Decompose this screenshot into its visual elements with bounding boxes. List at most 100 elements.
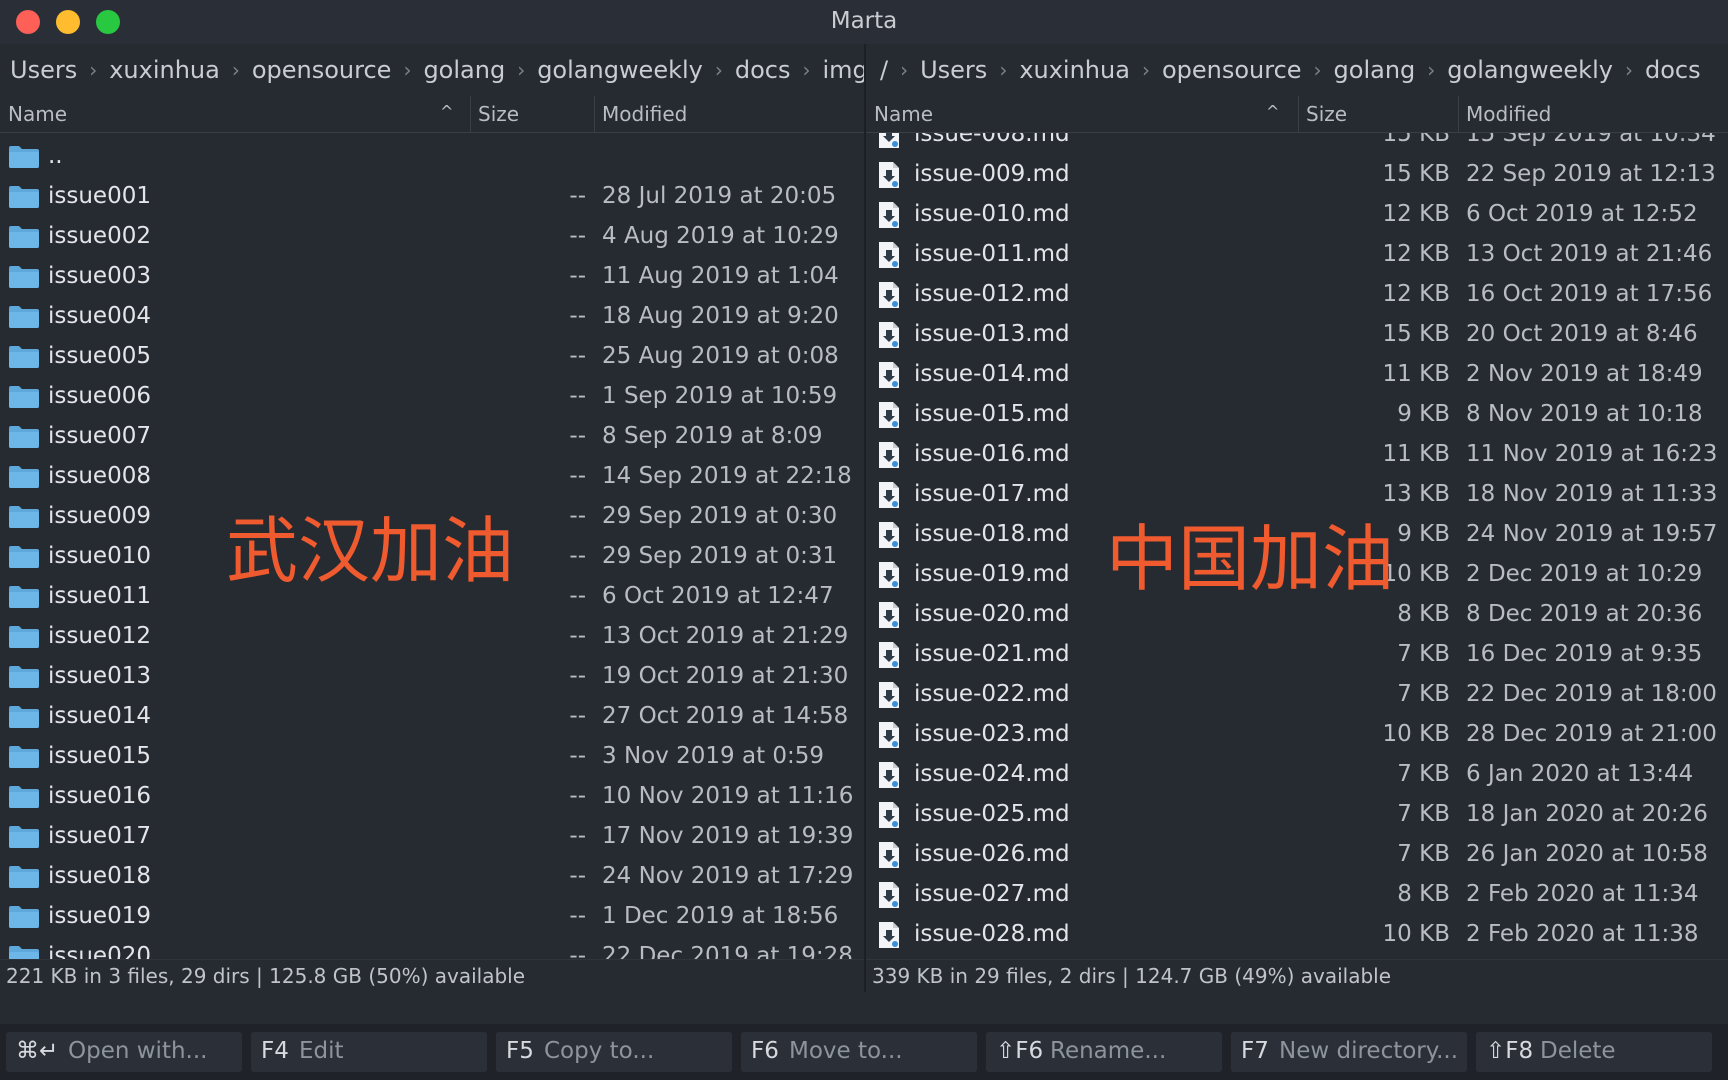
file-size: 12 KB <box>1382 201 1450 227</box>
list-item[interactable]: issue010 -- 29 Sep 2019 at 0:31 <box>0 537 864 577</box>
breadcrumb-item[interactable]: xuxinhua <box>109 56 220 84</box>
list-item[interactable]: issue-020.md 8 KB 8 Dec 2019 at 20:36 <box>866 595 1728 635</box>
list-item[interactable]: issue004 -- 18 Aug 2019 at 9:20 <box>0 297 864 337</box>
list-item[interactable]: issue012 -- 13 Oct 2019 at 21:29 <box>0 617 864 657</box>
list-item[interactable]: issue-014.md 11 KB 2 Nov 2019 at 18:49 <box>866 355 1728 395</box>
list-item[interactable]: issue-018.md 9 KB 24 Nov 2019 at 19:57 <box>866 515 1728 555</box>
file-name: issue015 <box>48 743 151 769</box>
file-modified: 10 Nov 2019 at 11:16 <box>602 783 854 809</box>
folder-icon <box>8 865 40 895</box>
list-item[interactable]: issue-012.md 12 KB 16 Oct 2019 at 17:56 <box>866 275 1728 315</box>
breadcrumb-item[interactable]: docs <box>735 56 791 84</box>
list-item[interactable]: issue-022.md 7 KB 22 Dec 2019 at 18:00 <box>866 675 1728 715</box>
chevron-up-icon: ^ <box>440 102 454 121</box>
breadcrumb-item[interactable]: opensource <box>252 56 392 84</box>
folder-icon <box>8 225 40 255</box>
file-list[interactable]: .. issue001 -- 28 Jul 2019 at 20:05 issue002… <box>0 133 864 960</box>
file-name: issue004 <box>48 303 151 329</box>
list-item[interactable]: issue-010.md 12 KB 6 Oct 2019 at 12:52 <box>866 195 1728 235</box>
breadcrumb-item[interactable]: golang <box>1334 56 1416 84</box>
list-item[interactable]: issue018 -- 24 Nov 2019 at 17:29 <box>0 857 864 897</box>
markdown-file-icon <box>878 841 900 875</box>
list-item[interactable]: issue-025.md 7 KB 18 Jan 2020 at 20:26 <box>866 795 1728 835</box>
list-item[interactable]: issue020 -- 22 Dec 2019 at 19:28 <box>0 937 864 960</box>
list-item[interactable]: issue014 -- 27 Oct 2019 at 14:58 <box>0 697 864 737</box>
column-size-header[interactable]: Size <box>478 102 519 126</box>
file-modified: 16 Dec 2019 at 9:35 <box>1466 641 1703 667</box>
function-key-button[interactable]: F7 New directory... <box>1231 1032 1467 1072</box>
list-item[interactable]: issue-024.md 7 KB 6 Jan 2020 at 13:44 <box>866 755 1728 795</box>
breadcrumb-item[interactable]: Users <box>920 56 987 84</box>
file-modified: 1 Sep 2019 at 10:59 <box>602 383 838 409</box>
breadcrumb-item[interactable]: xuxinhua <box>1019 56 1130 84</box>
function-key-button[interactable]: F4 Edit <box>251 1032 487 1072</box>
right-pane[interactable]: / › Users › xuxinhua › opensource › golang › golan… <box>866 44 1728 992</box>
chevron-right-icon: › <box>403 58 412 82</box>
chevron-right-icon: › <box>802 58 811 82</box>
list-item[interactable]: issue-016.md 11 KB 11 Nov 2019 at 16:23 <box>866 435 1728 475</box>
function-key-button[interactable]: ⇧F6 Rename... <box>986 1032 1222 1072</box>
column-modified-header[interactable]: Modified <box>1466 102 1551 126</box>
list-item[interactable]: issue-015.md 9 KB 8 Nov 2019 at 10:18 <box>866 395 1728 435</box>
function-key-button[interactable]: ⌘↵ Open with... <box>6 1032 242 1072</box>
list-item[interactable]: issue-011.md 12 KB 13 Oct 2019 at 21:46 <box>866 235 1728 275</box>
column-name-header[interactable]: Name <box>8 102 67 126</box>
list-item[interactable]: issue008 -- 14 Sep 2019 at 22:18 <box>0 457 864 497</box>
list-item[interactable]: issue007 -- 8 Sep 2019 at 8:09 <box>0 417 864 457</box>
list-item[interactable]: issue001 -- 28 Jul 2019 at 20:05 <box>0 177 864 217</box>
list-item[interactable]: issue005 -- 25 Aug 2019 at 0:08 <box>0 337 864 377</box>
breadcrumb-item[interactable]: golang <box>423 56 505 84</box>
file-name: issue-008.md <box>914 133 1070 147</box>
list-item[interactable]: issue-009.md 15 KB 22 Sep 2019 at 12:13 <box>866 155 1728 195</box>
markdown-file-icon <box>878 881 900 915</box>
list-item[interactable]: .. <box>0 137 864 177</box>
list-item[interactable]: issue002 -- 4 Aug 2019 at 10:29 <box>0 217 864 257</box>
list-item[interactable]: issue-026.md 7 KB 26 Jan 2020 at 10:58 <box>866 835 1728 875</box>
chevron-right-icon: › <box>1141 58 1150 82</box>
list-item[interactable]: issue-023.md 10 KB 28 Dec 2019 at 21:00 <box>866 715 1728 755</box>
breadcrumb-item[interactable]: Users <box>10 56 77 84</box>
column-size-header[interactable]: Size <box>1306 102 1347 126</box>
list-item[interactable]: issue015 -- 3 Nov 2019 at 0:59 <box>0 737 864 777</box>
list-item[interactable]: issue017 -- 17 Nov 2019 at 19:39 <box>0 817 864 857</box>
list-item[interactable]: issue-027.md 8 KB 2 Feb 2020 at 11:34 <box>866 875 1728 915</box>
function-key-button[interactable]: F5 Copy to... <box>496 1032 732 1072</box>
markdown-file-icon <box>878 133 900 155</box>
list-item[interactable]: issue-013.md 15 KB 20 Oct 2019 at 8:46 <box>866 315 1728 355</box>
file-list[interactable]: issue-008.md 15 KB 15 Sep 2019 at 10:34 iss… <box>866 133 1728 960</box>
list-item[interactable]: issue009 -- 29 Sep 2019 at 0:30 <box>0 497 864 537</box>
list-item[interactable]: issue-019.md 10 KB 2 Dec 2019 at 10:29 <box>866 555 1728 595</box>
function-key-shortcut: ⌘↵ <box>16 1038 59 1064</box>
function-key-label: New directory... <box>1279 1038 1459 1064</box>
markdown-file-icon <box>878 481 900 515</box>
file-size: 7 KB <box>1397 761 1450 787</box>
function-key-button[interactable]: ⇧F8 Delete <box>1476 1032 1712 1072</box>
file-modified: 2 Feb 2020 at 11:34 <box>1466 881 1699 907</box>
list-item[interactable]: issue-017.md 13 KB 18 Nov 2019 at 11:33 <box>866 475 1728 515</box>
list-item[interactable]: issue-028.md 10 KB 2 Feb 2020 at 11:38 <box>866 915 1728 955</box>
breadcrumb-item[interactable]: golangweekly <box>537 56 703 84</box>
list-item[interactable]: issue006 -- 1 Sep 2019 at 10:59 <box>0 377 864 417</box>
list-item[interactable]: issue011 -- 6 Oct 2019 at 12:47 <box>0 577 864 617</box>
breadcrumb-item[interactable]: golangweekly <box>1447 56 1613 84</box>
breadcrumb-item[interactable]: / <box>880 56 888 84</box>
file-size: -- <box>569 703 586 729</box>
chevron-right-icon: › <box>517 58 526 82</box>
list-item[interactable]: issue016 -- 10 Nov 2019 at 11:16 <box>0 777 864 817</box>
list-item[interactable]: issue019 -- 1 Dec 2019 at 18:56 <box>0 897 864 937</box>
list-item[interactable]: issue-021.md 7 KB 16 Dec 2019 at 9:35 <box>866 635 1728 675</box>
file-size: 7 KB <box>1397 681 1450 707</box>
left-pane[interactable]: Users › xuxinhua › opensource › golang › golangw… <box>0 44 864 992</box>
file-size: 15 KB <box>1382 321 1450 347</box>
breadcrumb-item[interactable]: docs <box>1645 56 1701 84</box>
file-size: 15 KB <box>1382 161 1450 187</box>
list-item[interactable]: issue003 -- 11 Aug 2019 at 1:04 <box>0 257 864 297</box>
column-name-header[interactable]: Name <box>874 102 933 126</box>
function-key-button[interactable]: F6 Move to... <box>741 1032 977 1072</box>
list-item[interactable]: issue013 -- 19 Oct 2019 at 21:30 <box>0 657 864 697</box>
breadcrumb-item[interactable]: opensource <box>1162 56 1302 84</box>
file-name: issue013 <box>48 663 151 689</box>
column-modified-header[interactable]: Modified <box>602 102 687 126</box>
list-item[interactable]: issue-008.md 15 KB 15 Sep 2019 at 10:34 <box>866 133 1728 155</box>
breadcrumb-item[interactable]: imgs <box>822 56 864 84</box>
